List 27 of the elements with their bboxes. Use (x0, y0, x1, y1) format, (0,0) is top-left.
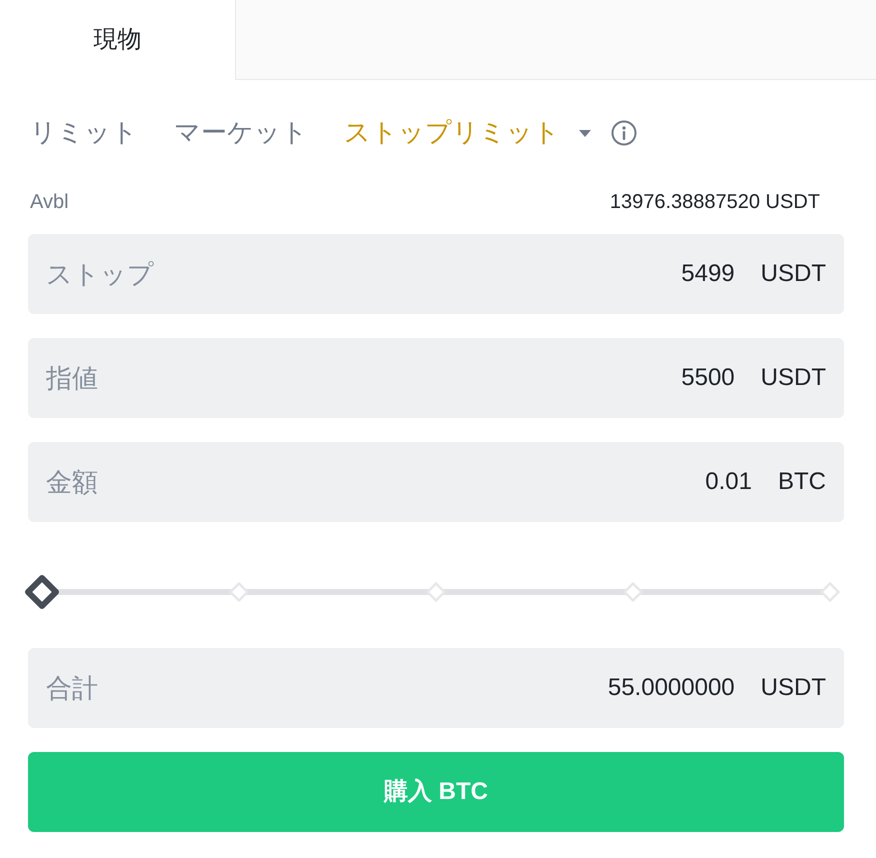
unit-label: USDT (760, 363, 826, 393)
order-type-tab[interactable]: マーケット (174, 116, 308, 150)
field-value: 5499 (681, 259, 735, 289)
field-label: ストップ (46, 258, 155, 290)
field-value: 0.01 (705, 467, 752, 497)
slider-marker-icon (426, 582, 446, 602)
slider-marker-icon (623, 582, 643, 602)
input-field[interactable]: 金額 0.01 BTC (28, 442, 844, 522)
order-type-tab[interactable]: リミット (30, 116, 138, 150)
field-label: 指値 (46, 362, 99, 394)
info-icon[interactable] (611, 120, 637, 146)
input-field[interactable]: ストップ 5499 USDT (28, 234, 844, 314)
field-label: 金額 (46, 466, 99, 498)
input-field[interactable]: 指値 5500 USDT (28, 338, 844, 418)
dropdown-caret-icon[interactable] (579, 130, 591, 136)
available-balance: 13976.38887520 USDT (610, 190, 820, 215)
field-value: 5500 (681, 363, 735, 393)
unit-label: USDT (760, 259, 826, 289)
slider-marker-icon (820, 582, 840, 602)
input-field[interactable]: 合計 55.0000000 USDT (28, 648, 844, 728)
field-label: 合計 (46, 672, 99, 704)
unit-label: USDT (760, 673, 826, 703)
field-value: 55.0000000 (608, 673, 735, 703)
slider-marker-icon (229, 582, 249, 602)
unit-label: BTC (778, 467, 826, 497)
available-label: Avbl (30, 190, 69, 215)
slider-thumb[interactable] (24, 574, 60, 610)
